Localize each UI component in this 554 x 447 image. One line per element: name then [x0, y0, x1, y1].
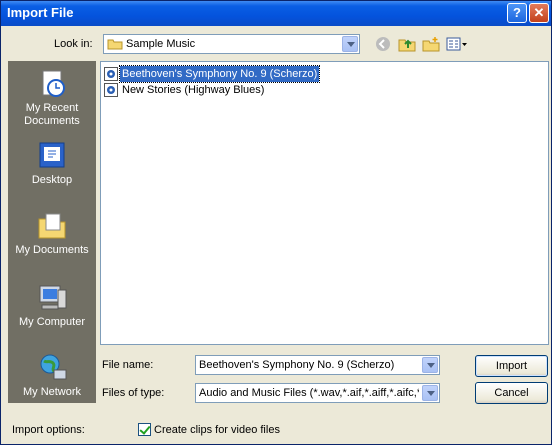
place-my-computer[interactable]: My Computer — [9, 282, 95, 342]
file-type-dropdown[interactable]: Audio and Music Files (*.wav,*.aif,*.aif… — [195, 383, 440, 403]
my-network-icon — [36, 352, 68, 384]
my-documents-icon — [36, 210, 68, 242]
file-type-label: Files of type: — [102, 387, 165, 399]
place-label: Desktop — [31, 174, 73, 186]
cancel-button[interactable]: Cancel — [475, 382, 548, 404]
place-label: My Network — [22, 386, 82, 398]
place-my-recent-documents[interactable]: My Recent Documents — [9, 68, 95, 128]
file-list[interactable]: Beethoven's Symphony No. 9 (Scherzo) New… — [100, 61, 549, 345]
import-file-dialog: Import File ? ✕ Look in: Sample Music My… — [0, 0, 552, 445]
window-title: Import File — [7, 5, 74, 20]
file-type-value: Audio and Music Files (*.wav,*.aif,*.aif… — [199, 387, 419, 399]
desktop-icon — [36, 140, 68, 172]
folder-icon — [107, 38, 123, 50]
audio-file-icon — [104, 67, 118, 81]
file-name-label: File name: — [102, 359, 154, 371]
look-in-label: Look in: — [54, 38, 93, 50]
place-my-network[interactable]: My Network — [9, 352, 95, 412]
place-label: Documents — [24, 115, 80, 127]
close-icon: ✕ — [533, 5, 545, 20]
look-in-value: Sample Music — [126, 38, 196, 50]
back-icon[interactable] — [374, 36, 392, 54]
chevron-down-icon[interactable] — [422, 357, 438, 373]
create-clips-checkbox[interactable] — [138, 423, 151, 436]
import-options-label: Import options: — [12, 424, 85, 436]
my-computer-icon — [36, 282, 68, 314]
create-clips-label[interactable]: Create clips for video files — [154, 424, 280, 436]
file-name: Beethoven's Symphony No. 9 (Scherzo) — [118, 65, 321, 83]
file-name-value: Beethoven's Symphony No. 9 (Scherzo) — [199, 359, 395, 371]
title-bar[interactable]: Import File ? ✕ — [1, 1, 551, 26]
place-label: My Documents — [15, 244, 89, 256]
place-label: My Recent — [25, 102, 79, 114]
look-in-dropdown[interactable]: Sample Music — [103, 34, 360, 54]
close-button[interactable]: ✕ — [529, 3, 549, 23]
up-folder-icon[interactable] — [398, 36, 416, 54]
file-name: New Stories (Highway Blues) — [122, 84, 265, 96]
file-name-field[interactable]: Beethoven's Symphony No. 9 (Scherzo) — [195, 355, 440, 375]
place-label: My Computer — [18, 316, 86, 328]
place-my-documents[interactable]: My Documents — [9, 210, 95, 270]
chevron-down-icon[interactable] — [342, 36, 358, 52]
audio-file-icon — [104, 83, 118, 97]
views-menu-icon[interactable] — [446, 36, 468, 54]
place-desktop[interactable]: Desktop — [9, 140, 95, 200]
import-button[interactable]: Import — [475, 355, 548, 377]
places-bar: My Recent Documents Desktop My Documents … — [8, 61, 96, 403]
chevron-down-icon[interactable] — [422, 385, 438, 401]
help-button[interactable]: ? — [507, 3, 527, 23]
recent-documents-icon — [36, 68, 68, 100]
new-folder-icon[interactable] — [422, 36, 440, 54]
